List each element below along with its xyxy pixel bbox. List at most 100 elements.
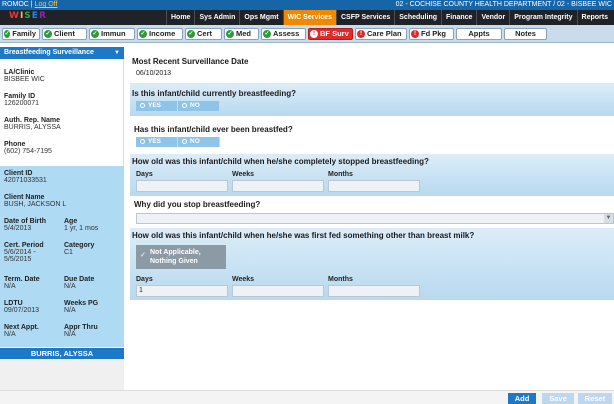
check-icon: ✓ — [139, 30, 147, 38]
q3-label: How old was this infant/child when he/sh… — [132, 157, 429, 166]
q5-days-label: Days — [136, 276, 153, 283]
q3-weeks-input[interactable] — [232, 180, 324, 192]
title-bar: ROMOC | Log Off 02 - COCHISE COUNTY HEAL… — [0, 0, 614, 10]
clinic-field: LA/Clinic BISBEE WIC — [4, 69, 45, 83]
q2-label: Has this infant/child ever been breastfe… — [134, 125, 293, 134]
tab-client[interactable]: ✓ Client — [42, 28, 87, 40]
bf-surveillance-form: Most Recent Surveillance Date 06/10/2013… — [130, 50, 614, 390]
q-first-fed-other: How old was this infant/child when he/sh… — [130, 228, 614, 300]
nav-ops-mgmt[interactable]: Ops Mgmt — [239, 10, 282, 25]
q5-weeks-label: Weeks — [232, 276, 255, 283]
check-icon: ✓ — [140, 252, 146, 259]
add-button[interactable]: Add — [508, 393, 536, 404]
due-date-field: Due Date N/A — [64, 276, 95, 290]
nav-vendor[interactable]: Vendor — [476, 10, 509, 25]
client-id-field: Client ID 42071033531 — [4, 170, 47, 184]
auth-rep-field: Auth. Rep. Name BURRIS, ALYSSA — [4, 117, 61, 131]
main-nav-bar: WISER Home Sys Admin Ops Mgmt WIC Servic… — [0, 10, 614, 25]
stop-reason-select[interactable]: ▼ — [136, 213, 614, 224]
check-icon: ✓ — [44, 30, 52, 38]
nav-scheduling[interactable]: Scheduling — [394, 10, 441, 25]
family-info-panel: LA/Clinic BISBEE WIC Family ID 126200071 A… — [0, 59, 124, 166]
department-label: 02 - COCHISE COUNTY HEALTH DEPARTMENT / … — [395, 1, 612, 8]
tab-notes[interactable]: Notes — [504, 28, 547, 40]
q3-weeks-label: Weeks — [232, 171, 255, 178]
error-icon: ! — [357, 30, 365, 38]
age-field: Age 1 yr, 1 mos — [64, 218, 99, 232]
q5-months-input[interactable] — [328, 285, 420, 297]
weeks-pg-field: Weeks PG N/A — [64, 300, 99, 314]
ldtu-field: LDTU 09/07/2013 — [4, 300, 40, 314]
q2-no-radio[interactable]: NO — [178, 137, 220, 147]
recent-surveillance-date: 06/10/2013 — [136, 70, 172, 77]
q4-label: Why did you stop breastfeeding? — [134, 200, 261, 209]
q-stopped-breastfeeding: How old was this infant/child when he/sh… — [130, 154, 614, 196]
tab-care-plan[interactable]: ! Care Plan — [355, 28, 407, 40]
check-icon: ✓ — [226, 30, 234, 38]
error-icon: ! — [411, 30, 419, 38]
term-date-field: Term. Date N/A — [4, 276, 40, 290]
q1-yes-radio[interactable]: YES — [136, 101, 178, 111]
sidebar-filler — [0, 359, 124, 390]
next-appt-field: Next Appt. N/A — [4, 324, 39, 338]
tab-cert[interactable]: ✓ Cert — [185, 28, 222, 40]
tab-med[interactable]: ✓ Med — [224, 28, 259, 40]
chevron-down-icon: ▼ — [604, 214, 613, 223]
save-button[interactable]: Save — [542, 393, 574, 404]
sidebar-header[interactable]: Breastfeeding Surveillance ▼ — [0, 47, 124, 59]
check-icon: ✓ — [263, 30, 271, 38]
q5-label: How old was this infant/child when he/sh… — [132, 231, 475, 240]
nav-csfp-services[interactable]: CSFP Services — [335, 10, 394, 25]
nav-program-integrity[interactable]: Program Integrity — [509, 10, 576, 25]
username: ROMOC — [2, 1, 29, 8]
app-logo: WISER — [9, 11, 47, 21]
client-name-field: Client Name BUSH, JACKSON L — [4, 194, 67, 208]
q5-months-label: Months — [328, 276, 353, 283]
q1-yes-no: YES NO — [136, 101, 220, 111]
check-icon: ✓ — [91, 30, 99, 38]
action-bar: Add Save Reset — [0, 390, 614, 404]
q1-no-radio[interactable]: NO — [178, 101, 220, 111]
dob-field: Date of Birth 5/4/2013 — [4, 218, 46, 232]
tab-bf-surv[interactable]: ! BF Surv — [308, 28, 353, 40]
check-icon: ✓ — [187, 30, 195, 38]
phone-field: Phone (602) 754-7195 — [4, 141, 52, 155]
q3-days-input[interactable] — [136, 180, 228, 192]
tab-immun[interactable]: ✓ Immun — [89, 28, 135, 40]
tab-family[interactable]: ✓ Family — [2, 28, 40, 40]
q-currently-breastfeeding: Is this infant/child currently breastfee… — [130, 83, 614, 116]
recent-surveillance-label: Most Recent Surveillance Date — [132, 57, 249, 66]
nav-wic-services[interactable]: WIC Services — [282, 10, 336, 25]
error-icon: ! — [310, 30, 318, 38]
tab-appts[interactable]: Appts — [456, 28, 502, 40]
q3-months-label: Months — [328, 171, 353, 178]
reset-button[interactable]: Reset — [578, 393, 612, 404]
sidebar-footer-name[interactable]: BURRIS, ALYSSA — [0, 347, 124, 359]
not-applicable-checkbox[interactable]: ✓ Not Applicable, Nothing Given — [136, 245, 226, 269]
nav-reports[interactable]: Reports — [576, 10, 612, 25]
q5-weeks-input[interactable] — [232, 285, 324, 297]
tab-fd-pkg[interactable]: ! Fd Pkg — [409, 28, 454, 40]
nav-finance[interactable]: Finance — [441, 10, 476, 25]
cert-period-field: Cert. Period 5/6/2014 -5/5/2015 — [4, 242, 44, 263]
user-info: ROMOC | Log Off — [2, 1, 58, 8]
tab-assess[interactable]: ✓ Assess — [261, 28, 306, 40]
check-icon: ✓ — [4, 30, 11, 38]
family-id-field: Family ID 126200071 — [4, 93, 40, 107]
q2-yes-radio[interactable]: YES — [136, 137, 178, 147]
module-tab-bar: ✓ Family ✓ Client ✓ Immun ✓ Income ✓ Cert ✓ Me… — [0, 25, 614, 43]
category-field: Category C1 — [64, 242, 95, 256]
main-menu: Home Sys Admin Ops Mgmt WIC Services CSF… — [166, 10, 612, 25]
q1-label: Is this infant/child currently breastfee… — [132, 89, 297, 98]
appr-thru-field: Appr Thru N/A — [64, 324, 98, 338]
q3-days-label: Days — [136, 171, 153, 178]
q5-days-input[interactable]: 1 — [136, 285, 228, 297]
nav-sys-admin[interactable]: Sys Admin — [194, 10, 239, 25]
nav-home[interactable]: Home — [166, 10, 194, 25]
tab-income[interactable]: ✓ Income — [137, 28, 183, 40]
client-info-panel: Client ID 42071033531 Client Name BUSH, JA… — [0, 166, 124, 347]
logoff-link[interactable]: Log Off — [35, 1, 58, 8]
chevron-down-icon: ▼ — [114, 50, 120, 56]
q2-yes-no: YES NO — [136, 137, 220, 147]
q3-months-input[interactable] — [328, 180, 420, 192]
